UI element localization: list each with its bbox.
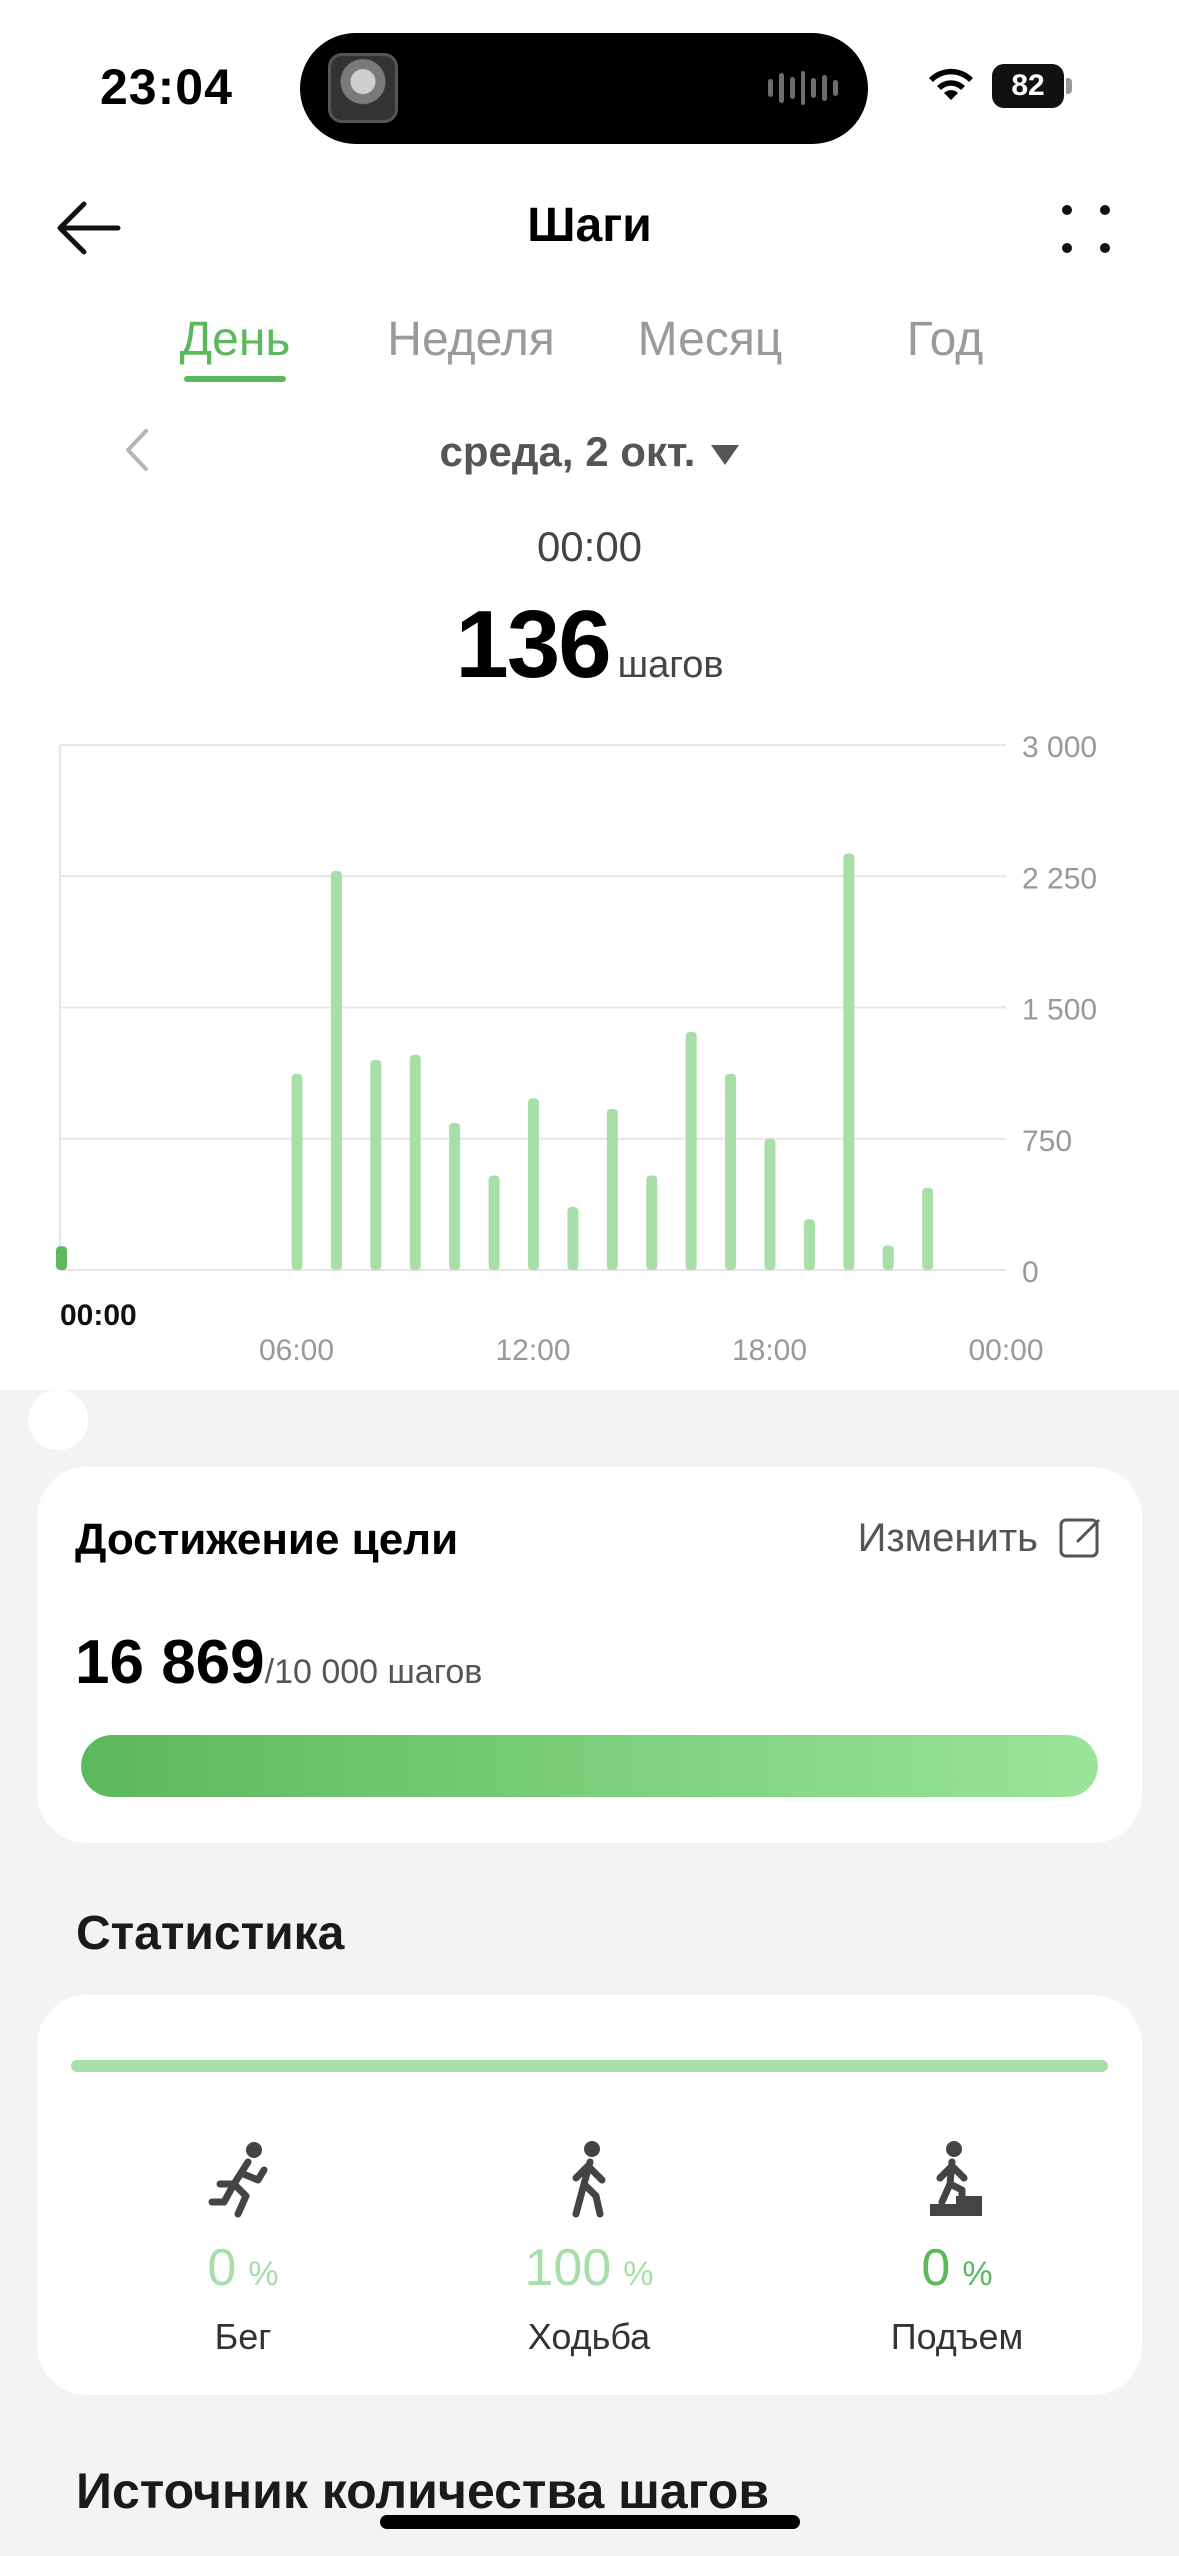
goal-steps-value: 16 869	[75, 1628, 265, 1697]
chart-handle-decoration	[0, 1390, 1179, 1470]
chart-y-tick-label: 1 500	[1022, 994, 1097, 1027]
source-heading: Источник количества шагов	[76, 2463, 770, 2519]
steps-chart-svg[interactable]: 3 0002 2501 500750000:0006:00 12:00 18:00 0…	[0, 720, 1179, 1380]
chart-bar	[882, 1245, 894, 1270]
chart-y-tick-label: 3 000	[1022, 731, 1097, 764]
chart-y-tick-label: 0	[1022, 1256, 1039, 1289]
chart-bar	[567, 1207, 579, 1270]
album-art-icon	[328, 53, 398, 123]
chart-bar	[56, 1246, 67, 1270]
selected-steps: 136 шагов	[0, 590, 1179, 700]
chart-bar	[370, 1060, 382, 1270]
stat-climbing-value: 0%	[921, 2239, 993, 2297]
selected-steps-value: 136	[455, 591, 611, 698]
chart-bar	[685, 1032, 697, 1270]
chart-bar	[606, 1109, 618, 1270]
edit-icon	[1059, 1518, 1100, 1558]
chart-bar	[725, 1074, 737, 1270]
status-time: 23:04	[100, 59, 233, 115]
date-selector[interactable]: среда, 2 окт.	[0, 428, 1179, 476]
walking-icon	[572, 2141, 606, 2218]
chart-bar	[409, 1054, 421, 1270]
stat-running: 0% Бег	[93, 2140, 393, 2358]
chart-bar	[330, 871, 342, 1270]
goal-progress-fill	[81, 1735, 1098, 1797]
chart-bar	[764, 1138, 776, 1270]
selected-time: 00:00	[536, 523, 643, 570]
tab-day[interactable]: День	[170, 312, 300, 367]
climbing-icon	[930, 2141, 982, 2216]
audio-wave-icon	[768, 71, 839, 105]
wifi-icon	[929, 68, 973, 100]
running-icon	[208, 2142, 268, 2218]
home-indicator[interactable]	[380, 2515, 800, 2529]
activity-distribution-bar	[71, 2060, 1108, 2072]
caret-down-icon	[711, 444, 740, 465]
chart-bar	[449, 1123, 461, 1270]
tab-month[interactable]: Месяц	[622, 312, 798, 367]
stat-walking-value: 100%	[524, 2239, 654, 2297]
goal-card: Достижение цели Изменить 16 869/10 000 ш…	[37, 1467, 1142, 1843]
stat-walking-label: Ходьба	[527, 2316, 651, 2357]
chart-bar	[843, 853, 855, 1270]
stat-running-label: Бег	[214, 2316, 272, 2357]
selected-steps-unit: шагов	[617, 644, 724, 686]
chart-bar	[922, 1187, 934, 1270]
chart-y-tick-label: 2 250	[1022, 862, 1097, 895]
chart-bar	[646, 1175, 658, 1270]
battery-level: 82	[992, 64, 1064, 108]
stat-climbing-label: Подъем	[890, 2316, 1024, 2357]
edit-goal-button[interactable]: Изменить	[858, 1515, 1104, 1561]
stats-heading: Статистика	[76, 1907, 345, 1960]
dynamic-island[interactable]	[300, 33, 868, 144]
goal-title: Достижение цели	[75, 1515, 459, 1564]
chart-bar	[803, 1219, 815, 1270]
goal-steps-target: /10 000 шагов	[264, 1653, 483, 1691]
chart-bar	[528, 1098, 539, 1270]
tab-year[interactable]: Год	[880, 312, 1010, 367]
date-label: среда, 2 окт.	[439, 428, 696, 475]
stat-running-value: 0%	[207, 2239, 279, 2297]
chart-y-tick-label: 750	[1022, 1125, 1072, 1158]
goal-progress-bar	[81, 1735, 1098, 1797]
chart-selected-label: 00:00	[60, 1299, 137, 1332]
chart-bar	[488, 1175, 500, 1270]
tab-active-indicator	[184, 376, 286, 382]
steps-chart[interactable]: 3 000 2 250 1 500 750 0 00:00 06:00 12:00 18:00 0…	[0, 720, 1179, 1380]
stat-walking: 100% Ходьба	[439, 2140, 739, 2358]
goal-value: 16 869/10 000 шагов	[75, 1627, 482, 1698]
more-icon[interactable]	[1050, 195, 1120, 265]
battery-icon: 82	[992, 64, 1072, 108]
stats-card: 0% Бег 100% Ходьба 0% Подъем	[37, 1995, 1142, 2395]
page-title: Шаги	[527, 199, 652, 252]
chart-bar	[291, 1074, 303, 1270]
status-bar: 23:04 82	[0, 0, 1179, 170]
edit-goal-label: Изменить	[857, 1515, 1038, 1560]
stat-climbing: 0% Подъем	[807, 2140, 1107, 2358]
tab-week[interactable]: Неделя	[376, 312, 566, 367]
